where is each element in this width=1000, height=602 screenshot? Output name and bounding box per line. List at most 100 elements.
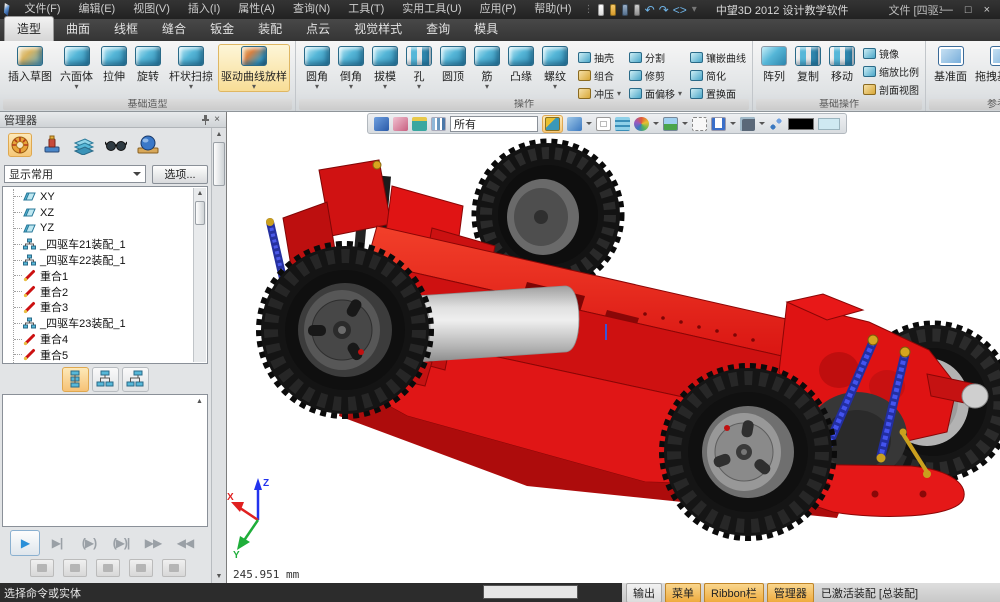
revolve-button[interactable]: 旋转 <box>132 44 164 91</box>
tab-surface[interactable]: 曲面 <box>54 17 102 41</box>
lip-button[interactable]: 凸缘 <box>505 44 537 91</box>
panel-scrollbar[interactable]: ▲ ▼ <box>211 128 226 583</box>
exit-icon[interactable] <box>374 117 389 131</box>
insert-sketch-button[interactable]: 插入草图 <box>5 44 55 91</box>
tab-sewing[interactable]: 缝合 <box>150 17 198 41</box>
box-button[interactable]: 六面体▾ <box>57 44 96 91</box>
quickbar-caret[interactable]: ▾ <box>689 4 698 15</box>
tree-item-coincide1[interactable]: 重合1 <box>14 268 193 284</box>
tree-item-assembly22[interactable]: _四驱车22装配_1 <box>14 252 193 268</box>
move-button[interactable]: 移动 <box>826 44 858 91</box>
screen-caret[interactable] <box>759 122 765 128</box>
print-icon[interactable] <box>634 4 640 16</box>
tree-item-assembly23[interactable]: _四驱车23装配_1 <box>14 315 193 331</box>
status-input-field[interactable] <box>483 585 578 599</box>
fast-forward-button[interactable]: ▶▶ <box>138 530 168 556</box>
panel-scroll-down-icon[interactable]: ▼ <box>212 570 226 583</box>
mirror-button[interactable]: 镜像 <box>863 46 919 61</box>
visual-manager-icon[interactable] <box>104 133 128 157</box>
manager-toggle-button[interactable]: 管理器 <box>767 583 814 602</box>
panel-scroll-up-icon[interactable]: ▲ <box>212 128 226 141</box>
tree-filter-dropdown[interactable]: 显示常用 <box>4 165 146 183</box>
tree-scrollbar[interactable]: ▲ <box>193 188 206 362</box>
color-icon[interactable] <box>634 117 649 131</box>
chamfer-button[interactable]: 倒角▾ <box>335 44 367 91</box>
layer-icon[interactable] <box>615 117 630 131</box>
menu-toggle-button[interactable]: 菜单 <box>665 583 701 602</box>
screen-icon[interactable] <box>740 117 755 131</box>
play-section-button[interactable]: (▶) <box>74 530 104 556</box>
layer-manager-icon[interactable] <box>72 133 96 157</box>
assembly-manager-icon[interactable] <box>40 133 64 157</box>
color-caret[interactable] <box>653 122 659 128</box>
output-toggle-button[interactable]: 输出 <box>626 583 662 602</box>
bookmark-icon[interactable] <box>711 117 726 131</box>
render-manager-icon[interactable] <box>136 133 160 157</box>
pin-icon[interactable] <box>199 114 211 126</box>
highlight-color-swatch[interactable] <box>818 118 840 130</box>
shaded-mode-active[interactable] <box>542 115 563 133</box>
bookmark-caret[interactable] <box>730 122 736 128</box>
tree-item-xz[interactable]: XZ <box>14 205 193 221</box>
tree-item-coincide5[interactable]: 重合5 <box>14 347 193 363</box>
thread-button[interactable]: 螺纹▾ <box>539 44 571 91</box>
erase-icon[interactable] <box>393 117 408 131</box>
background-image-icon[interactable] <box>663 117 678 131</box>
divide-button[interactable]: 分割 <box>629 50 682 65</box>
tree-view-button[interactable] <box>92 367 119 392</box>
graphics-viewport[interactable]: Z X Y 245.951 mm <box>227 112 1000 583</box>
copy-button[interactable]: 复制 <box>792 44 824 91</box>
minimize-button[interactable]: — <box>942 4 953 16</box>
combine-button[interactable]: 组合 <box>578 68 621 83</box>
list-view-button[interactable] <box>62 367 89 392</box>
tree-item-assembly21[interactable]: _四驱车21装配_1 <box>14 236 193 252</box>
scrollbar-thumb[interactable] <box>195 201 205 225</box>
tab-sheetmetal[interactable]: 钣金 <box>198 17 246 41</box>
tree-item-yz[interactable]: YZ <box>14 221 193 237</box>
background-color-swatch[interactable] <box>788 118 814 130</box>
panel-scroll-thumb[interactable] <box>213 142 225 186</box>
background-caret[interactable] <box>682 122 688 128</box>
tab-pointcloud[interactable]: 点云 <box>294 17 342 41</box>
scroll-up-icon[interactable]: ▲ <box>194 188 206 200</box>
tab-assembly[interactable]: 装配 <box>246 17 294 41</box>
embed-curve-button[interactable]: 镶嵌曲线 <box>690 50 746 65</box>
dome-button[interactable]: 圆顶 <box>437 44 469 91</box>
footsteps-icon[interactable] <box>769 117 784 131</box>
tab-inquire[interactable]: 查询 <box>414 17 462 41</box>
fillet-button[interactable]: 圆角▾ <box>301 44 333 91</box>
datum-plane-button[interactable]: 基准面 <box>931 44 970 91</box>
options-button[interactable]: 选项... <box>152 165 208 184</box>
regen-list-box[interactable]: ▲ <box>2 394 208 527</box>
scale-button[interactable]: 缩放比例 <box>863 64 919 79</box>
rod-sweep-button[interactable]: 杆状扫掠▾ <box>166 44 216 91</box>
play-section-step-button[interactable]: (▶)| <box>106 530 136 556</box>
wireframe-display-icon[interactable] <box>596 117 611 131</box>
display-mode-caret[interactable] <box>586 122 592 128</box>
open-file-icon[interactable] <box>610 4 616 16</box>
tab-visualstyle[interactable]: 视觉样式 <box>342 17 414 41</box>
tab-shape[interactable]: 造型 <box>4 16 54 41</box>
model-canvas[interactable]: Z X Y <box>227 134 1000 583</box>
undo-icon[interactable]: ↶ <box>643 3 657 17</box>
rewind-button[interactable]: ◀◀ <box>170 530 200 556</box>
section-view-button[interactable]: 剖面视图 <box>863 82 919 97</box>
redo-icon[interactable]: ↷ <box>657 3 671 17</box>
pattern-button[interactable]: 阵列 <box>758 44 790 91</box>
maximize-button[interactable]: □ <box>965 4 972 16</box>
listbox-scroll-up[interactable]: ▲ <box>193 396 206 410</box>
tree-item-xy[interactable]: XY <box>14 189 193 205</box>
pick-filter-icon[interactable] <box>431 117 446 131</box>
drag-datum-button[interactable]: 拖拽基准面 <box>972 44 1000 91</box>
ribbon-toggle-button[interactable]: Ribbon栏 <box>704 583 764 602</box>
filter-input[interactable] <box>450 116 538 132</box>
tree-item-coincide4[interactable]: 重合4 <box>14 331 193 347</box>
tab-wireframe[interactable]: 线框 <box>102 17 150 41</box>
play-button[interactable]: ▶ <box>10 530 40 556</box>
close-button[interactable]: × <box>984 4 990 16</box>
shell-button[interactable]: 抽壳 <box>578 50 621 65</box>
hole-button[interactable]: 孔▾ <box>403 44 435 91</box>
history-manager-icon[interactable] <box>8 133 32 157</box>
menu-help[interactable]: 帮助(H) <box>525 0 580 19</box>
simplify-button[interactable]: 简化 <box>690 68 746 83</box>
